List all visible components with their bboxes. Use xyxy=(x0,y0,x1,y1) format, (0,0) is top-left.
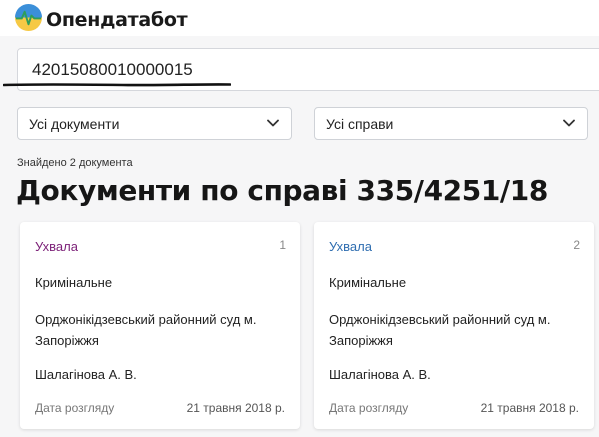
documents-filter-value: Усі документи xyxy=(29,115,120,132)
date-value: 21 травня 2018 р. xyxy=(480,401,579,415)
date-label: Дата розгляду xyxy=(35,401,115,415)
judge-name: Шалагінова А. В. xyxy=(329,367,431,382)
document-type-link[interactable]: Ухвала xyxy=(35,239,78,254)
judge-name: Шалагінова А. В. xyxy=(35,367,137,382)
case-category: Кримінальне xyxy=(35,275,113,290)
chevron-down-icon xyxy=(563,119,575,127)
court-name: Орджонікідзевський районний суд м. Запор… xyxy=(329,312,551,348)
top-header: Опендатабот xyxy=(0,0,599,36)
date-label: Дата розгляду xyxy=(329,401,409,415)
results-count: Знайдено 2 документа xyxy=(17,157,133,169)
document-type-link[interactable]: Ухвала xyxy=(329,239,372,254)
logo-link[interactable]: Опендатабот xyxy=(14,3,188,37)
document-card[interactable]: 2 Ухвала Кримінальне Орджонікідзевський … xyxy=(314,222,594,429)
chevron-down-icon xyxy=(267,119,279,127)
court-name: Орджонікідзевський районний суд м. Запор… xyxy=(35,312,257,348)
document-card[interactable]: 1 Ухвала Кримінальне Орджонікідзевський … xyxy=(20,222,300,429)
case-category: Кримінальне xyxy=(329,275,407,290)
documents-filter-select[interactable]: Усі документи xyxy=(17,107,292,140)
date-value: 21 травня 2018 р. xyxy=(186,401,285,415)
card-number: 1 xyxy=(279,238,286,252)
app-name: Опендатабот xyxy=(46,9,188,31)
card-number: 2 xyxy=(573,238,580,252)
page-title: Документи по справі 335/4251/18 xyxy=(16,174,548,207)
logo-icon xyxy=(14,3,43,37)
handwritten-underline xyxy=(3,83,231,87)
cases-filter-select[interactable]: Усі справи xyxy=(314,107,588,140)
cases-filter-value: Усі справи xyxy=(326,115,394,132)
